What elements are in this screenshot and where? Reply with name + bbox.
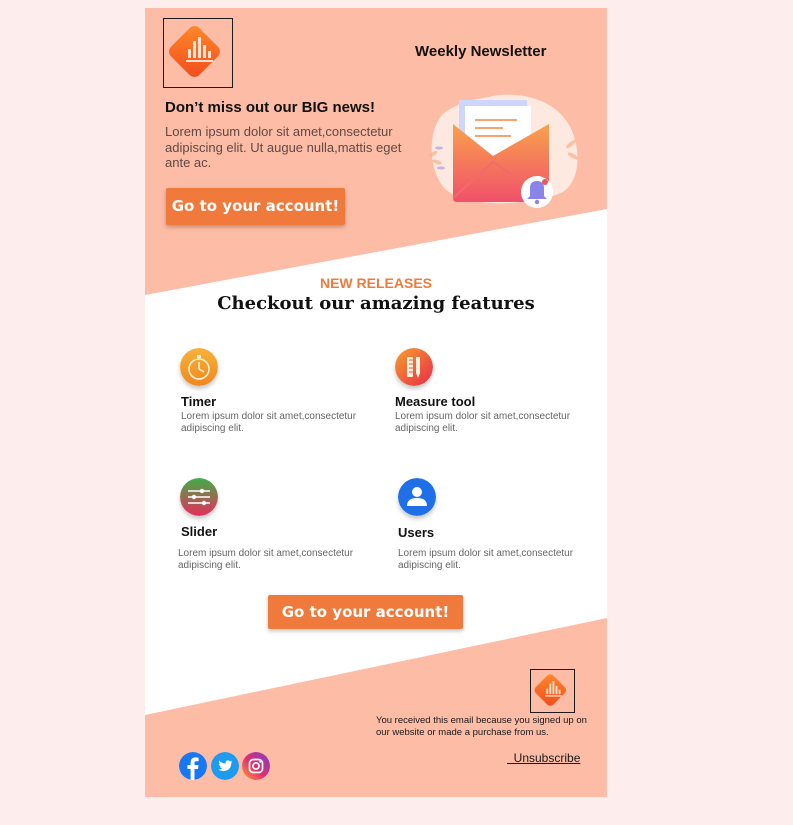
feature-title-slider: Slider: [181, 524, 218, 539]
section-title: Checkout our amazing features: [217, 293, 535, 314]
unsubscribe-link[interactable]: Unsubscribe: [507, 751, 581, 765]
footer-note: You received this email because you sign…: [376, 715, 587, 738]
twitter-icon[interactable]: [211, 752, 239, 780]
go-to-account-button[interactable]: Go to your account!: [166, 188, 345, 225]
newsletter-title: Weekly Newsletter: [415, 43, 547, 60]
feature-title-users: Users: [398, 525, 435, 540]
user-icon: [398, 478, 436, 516]
headline: Don’t miss out our BIG news!: [165, 99, 376, 116]
equalizer-logo-icon: [534, 674, 566, 706]
measure-tool-icon: [395, 348, 433, 386]
brand-logo-footer: [530, 669, 575, 713]
section-eyebrow: NEW RELEASES: [319, 275, 432, 291]
intro-text: Lorem ipsum dolor sit amet,consectetur a…: [165, 124, 402, 170]
newsletter-email: Weekly Newsletter Don’t miss out our BIG…: [145, 8, 607, 797]
facebook-icon[interactable]: [179, 752, 207, 780]
go-to-account-button-secondary[interactable]: Go to your account!: [268, 595, 463, 629]
feature-desc-slider: Lorem ipsum dolor sit amet,consectetur a…: [178, 548, 354, 571]
instagram-icon[interactable]: [242, 752, 270, 780]
feature-desc-timer: Lorem ipsum dolor sit amet,consectetur a…: [181, 411, 357, 434]
feature-desc-measure-tool: Lorem ipsum dolor sit amet,consectetur a…: [395, 411, 571, 434]
slider-icon: [180, 478, 218, 516]
feature-desc-users: Lorem ipsum dolor sit amet,consectetur a…: [398, 548, 574, 571]
feature-title-timer: Timer: [181, 394, 217, 409]
timer-icon: [180, 348, 218, 386]
envelope-illustration: [428, 94, 579, 208]
brand-logo: [163, 18, 233, 88]
feature-title-measure-tool: Measure tool: [395, 394, 476, 409]
equalizer-logo-icon: [169, 26, 220, 77]
